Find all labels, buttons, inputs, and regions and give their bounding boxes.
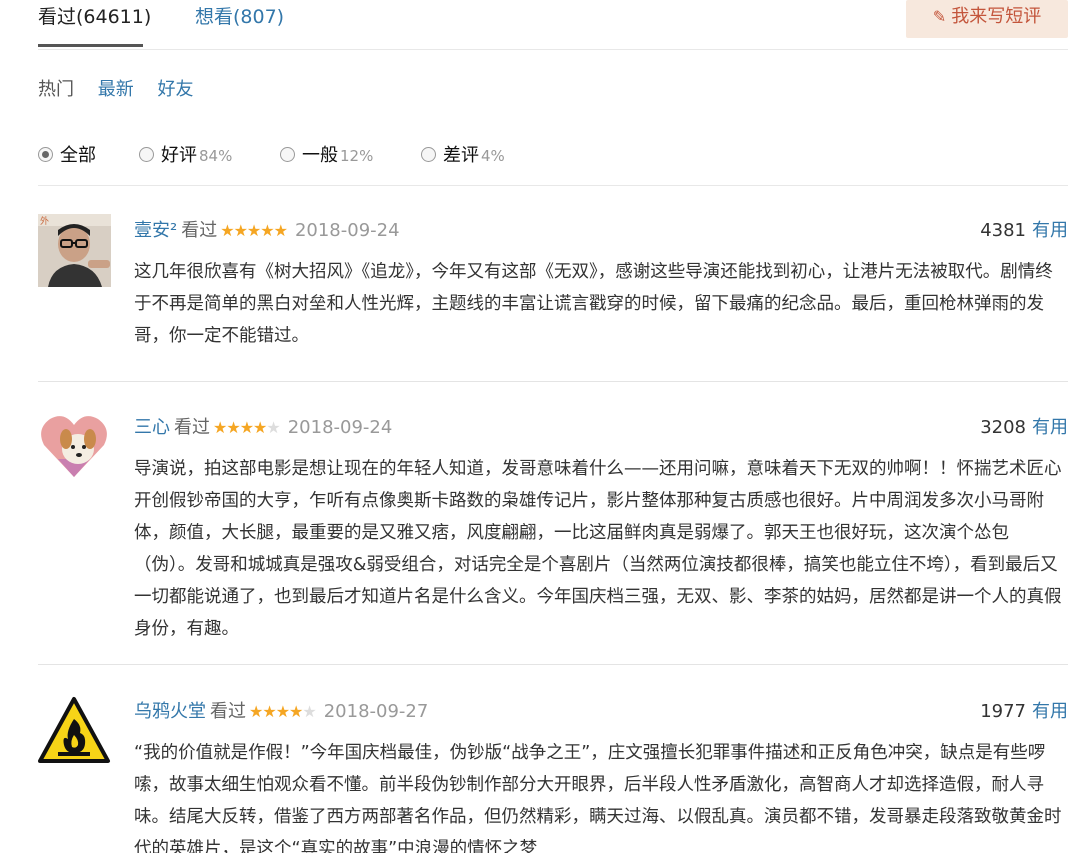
vote-count: 1977 — [980, 701, 1026, 722]
svg-text:外: 外 — [40, 215, 49, 227]
useful-button[interactable]: 有用 — [1032, 701, 1068, 722]
comment-item: 外 壹安² 看过 ★★★★★ 2018-09-24 4381 有用 这几年很欣喜有《树大… — [38, 214, 1068, 382]
pencil-icon: ✎ — [932, 7, 947, 26]
comment-status: 看过 — [210, 701, 246, 722]
comment-user[interactable]: 乌鸦火堂 — [134, 701, 206, 722]
filter-all-label: 全部 — [60, 145, 96, 166]
radio-all[interactable] — [38, 146, 53, 162]
rating-stars: ★★★★★ — [249, 702, 317, 721]
sort-friends[interactable]: 好友 — [157, 79, 193, 100]
filter-bad-percent: 4% — [481, 147, 505, 165]
comment-status: 看过 — [181, 220, 218, 241]
radio-good[interactable] — [139, 146, 154, 162]
comment-text: 导演说，拍这部电影是想让现在的年轻人知道，发哥意味着什么——还用问嘛，意味着天下… — [134, 459, 1062, 639]
tab-seen[interactable]: 看过(64611) — [38, 5, 151, 29]
vote-count: 4381 — [980, 220, 1026, 241]
useful-button[interactable]: 有用 — [1032, 220, 1068, 241]
avatar[interactable] — [38, 411, 111, 484]
comment-date: 2018-09-24 — [287, 417, 393, 438]
comment-votes: 3208 有用 — [980, 415, 1068, 441]
comment-header: 壹安² 看过 ★★★★★ 2018-09-24 — [134, 218, 400, 244]
sort-newest[interactable]: 最新 — [98, 79, 134, 100]
tab-want[interactable]: 想看(807) — [195, 5, 284, 29]
filter-good-label: 好评 — [161, 145, 197, 166]
comment-text: 这几年很欣喜有《树大招风》《追龙》，今年又有这部《无双》，感谢这些导演还能找到初… — [134, 262, 1053, 346]
filter-good-percent: 84% — [199, 147, 233, 165]
comment-header: 乌鸦火堂 看过 ★★★★★ 2018-09-27 — [134, 699, 428, 725]
useful-button[interactable]: 有用 — [1032, 417, 1068, 438]
radio-mid[interactable] — [280, 146, 295, 162]
avatar[interactable]: 外 — [38, 214, 111, 287]
filter-bad-label: 差评 — [443, 145, 479, 166]
comment-date: 2018-09-24 — [294, 220, 400, 241]
sort-hot[interactable]: 热门 — [38, 79, 74, 100]
write-comment-label: 我来写短评 — [951, 6, 1042, 27]
filter-mid-label: 一般 — [302, 145, 338, 166]
rating-stars: ★★★★★ — [213, 418, 281, 437]
filter-good[interactable]: 好评 84% — [139, 144, 232, 168]
comment-item: 三心 看过 ★★★★★ 2018-09-24 3208 有用 导演说，拍这部电影是想让现… — [38, 411, 1068, 665]
active-tab-underline — [38, 44, 143, 47]
vote-count: 3208 — [980, 417, 1026, 438]
comment-tabs: 看过(64611) 想看(807) ✎ 我来写短评 — [38, 0, 1068, 50]
filter-mid-percent: 12% — [340, 147, 374, 165]
avatar[interactable] — [38, 695, 111, 768]
rating-stars: ★★★★★ — [220, 221, 288, 240]
filter-all[interactable]: 全部 — [38, 144, 96, 168]
filter-bad[interactable]: 差评 4% — [421, 144, 505, 168]
comment-date: 2018-09-27 — [323, 701, 429, 722]
comment-user[interactable]: 壹安² — [134, 220, 177, 241]
rating-filter: 全部 好评 84% 一般 12% 差评 4% — [38, 124, 1068, 186]
comment-header: 三心 看过 ★★★★★ 2018-09-24 — [134, 415, 392, 441]
filter-mid[interactable]: 一般 12% — [280, 144, 373, 168]
sort-options: 热门 最新 好友 — [38, 78, 211, 102]
comment-text: “我的价值就是作假！”今年国庆档最佳，伪钞版“战争之王”，庄文强擅长犯罪事件描述… — [134, 743, 1062, 853]
comment-votes: 4381 有用 — [980, 218, 1068, 244]
comment-user[interactable]: 三心 — [134, 417, 170, 438]
comment-status: 看过 — [174, 417, 210, 438]
write-comment-button[interactable]: ✎ 我来写短评 — [906, 0, 1068, 38]
radio-bad[interactable] — [421, 146, 436, 162]
comment-votes: 1977 有用 — [980, 699, 1068, 725]
comment-item: 乌鸦火堂 看过 ★★★★★ 2018-09-27 1977 有用 “我的价值就是作假！”… — [38, 695, 1068, 853]
